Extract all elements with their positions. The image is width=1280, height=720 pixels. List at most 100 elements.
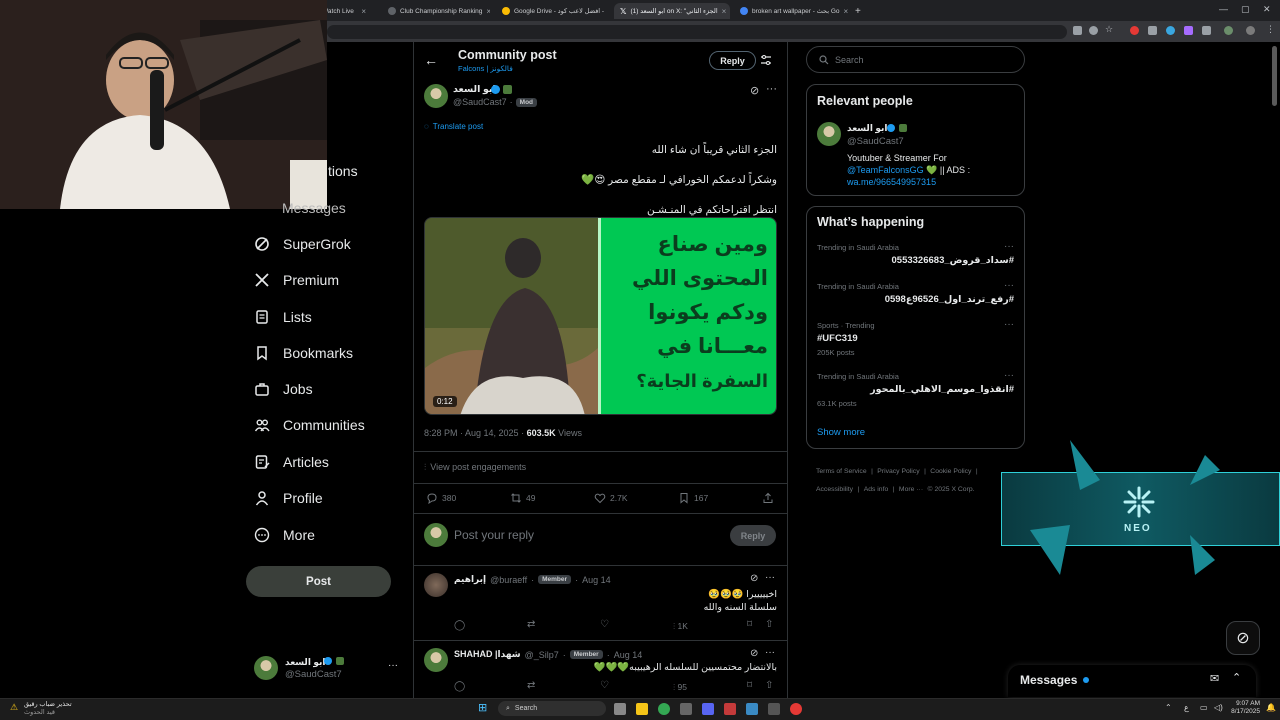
expand-up-icon[interactable]: ⌃ <box>1232 671 1241 684</box>
reply-more-icon[interactable]: ··· <box>765 647 775 658</box>
close-window-icon[interactable]: ✕ <box>1263 4 1271 15</box>
avatar[interactable] <box>424 573 448 597</box>
profile-avatar-2-icon[interactable] <box>1246 26 1255 35</box>
app-grey-icon[interactable] <box>768 703 780 715</box>
repost-icon[interactable]: ⇄ <box>527 619 535 630</box>
sidebar-item-more[interactable]: More <box>254 524 315 546</box>
reply-item[interactable]: SHAHAD |شهدا @_Silp7 · Member · Aug 14 ⊘… <box>413 641 788 697</box>
settings-sliders-icon[interactable] <box>760 54 772 66</box>
footer-link-privacy[interactable]: Privacy Policy <box>877 468 919 475</box>
grok-button[interactable]: ⊘ <box>1226 621 1260 655</box>
sidebar-item-messages[interactable]: Messages <box>282 197 346 219</box>
footer-link-accessibility[interactable]: Accessibility <box>816 486 853 493</box>
trend-more-icon[interactable]: ··· <box>1004 280 1014 291</box>
grok-analyze-icon[interactable]: ⊘ <box>750 573 758 584</box>
reply-author-name[interactable]: SHAHAD |شهدا <box>454 649 521 660</box>
new-tab-button[interactable]: + <box>852 3 868 19</box>
sidebar-item-supergrok[interactable]: SuperGrok <box>254 233 351 255</box>
browser-menu-icon[interactable]: ⋮ <box>1266 24 1275 34</box>
page-scrollbar[interactable] <box>1272 46 1277 106</box>
file-explorer-icon[interactable] <box>636 703 648 715</box>
grok-analyze-icon[interactable]: ⊘ <box>750 84 759 97</box>
heart-icon[interactable]: ♡ <box>600 619 609 630</box>
post-more-icon[interactable]: ··· <box>766 83 777 95</box>
author-name[interactable]: ابو السعد <box>453 84 496 95</box>
maximize-icon[interactable]: ▢ <box>1241 4 1250 15</box>
close-tab-icon[interactable]: × <box>361 7 366 16</box>
extension-red-icon[interactable] <box>1130 26 1139 35</box>
bookmark-icon[interactable]: ⌑ <box>747 619 752 630</box>
footer-link-cookies[interactable]: Cookie Policy <box>930 468 971 475</box>
reply-author-handle[interactable]: @buraeff <box>490 575 527 585</box>
author-avatar[interactable] <box>424 84 448 108</box>
header-reply-button[interactable]: Reply <box>709 51 756 70</box>
post-video[interactable]: ومين صناع المحتوى اللي ودكم يكونوا معـــ… <box>424 217 777 415</box>
bookmark-star-icon[interactable]: ☆ <box>1105 24 1114 34</box>
close-tab-icon[interactable]: × <box>844 7 848 16</box>
bookmark-icon[interactable]: ⌑ <box>747 680 752 691</box>
trend-item[interactable]: Trending in Saudi Arabia #رفع_ترند_اول_9… <box>807 280 1024 312</box>
account-switcher[interactable]: ابو السعد @SaudCast7 ··· <box>254 656 402 684</box>
clock-time[interactable]: 9:07 AM <box>1234 700 1260 707</box>
reply-input[interactable]: Post your reply <box>454 528 534 542</box>
reply-submit-button[interactable]: Reply <box>730 525 776 546</box>
notification-bell-icon[interactable]: 🔔 <box>1266 703 1276 712</box>
reply-author-handle[interactable]: @_Silp7 <box>525 650 559 660</box>
sidebar-item-profile[interactable]: Profile <box>254 487 323 509</box>
extension-blue-icon[interactable] <box>1166 26 1175 35</box>
repost-action[interactable]: 49 <box>510 492 535 504</box>
reply-more-icon[interactable]: ··· <box>765 572 775 583</box>
back-arrow-icon[interactable]: ← <box>424 52 438 68</box>
bio-mention-link[interactable]: @TeamFalconsGG <box>847 165 924 175</box>
reply-date[interactable]: Aug 14 <box>582 575 611 585</box>
translate-post-link[interactable]: ◌ Translate post <box>424 122 483 131</box>
like-action[interactable]: 2.7K <box>594 492 628 504</box>
sidebar-item-jobs[interactable]: Jobs <box>254 378 313 400</box>
trend-item[interactable]: Trending in Saudi Arabia #سداد_قروض_0553… <box>807 241 1024 273</box>
sidebar-item-notifications[interactable]: tions <box>328 160 358 182</box>
trend-more-icon[interactable]: ··· <box>1004 241 1014 252</box>
community-name-link[interactable]: Falcons | فالكونز <box>458 64 513 73</box>
new-message-icon[interactable]: ✉ <box>1210 672 1219 685</box>
heart-icon[interactable]: ♡ <box>600 680 609 691</box>
discord-icon[interactable] <box>702 703 714 715</box>
share-icon[interactable]: ⇧ <box>765 619 773 630</box>
views-stat[interactable]: ⫶ 1K <box>673 621 688 632</box>
account-more-icon[interactable]: ··· <box>388 660 398 671</box>
footer-link-ads-info[interactable]: Ads info <box>864 486 889 493</box>
author-handle[interactable]: @SaudCast7 <box>453 97 507 107</box>
bio-url-link[interactable]: wa.me/966549957315 <box>847 176 1017 188</box>
address-field[interactable] <box>327 25 1067 39</box>
view-engagements-link[interactable]: ⫶ View post engagements <box>424 462 526 473</box>
trend-more-icon[interactable]: ··· <box>1004 319 1014 330</box>
avatar[interactable] <box>424 648 448 672</box>
tab-club-championship[interactable]: Club Championship Ranking × <box>382 3 490 19</box>
tab-google-drive[interactable]: Google Drive - افضل لاعب كود -× <box>496 3 608 19</box>
repost-icon[interactable]: ⇄ <box>527 680 535 691</box>
profile-avatar-icon[interactable] <box>1224 26 1233 35</box>
sidebar-item-lists[interactable]: Lists <box>254 306 312 328</box>
start-icon[interactable]: ⊞ <box>478 701 487 714</box>
avatar[interactable] <box>817 122 841 146</box>
post-time[interactable]: 8:28 PM · Aug 14, 2025 · <box>424 428 527 438</box>
chrome-icon[interactable] <box>658 703 670 715</box>
search-input[interactable]: Search <box>806 46 1025 73</box>
sidebar-item-articles[interactable]: Articles <box>254 451 329 473</box>
share-action[interactable] <box>762 492 774 504</box>
extensions-puzzle-icon[interactable] <box>1202 26 1211 35</box>
footer-link-more[interactable]: More ··· <box>899 486 923 493</box>
sidebar-item-communities[interactable]: Communities <box>254 414 365 436</box>
tab-x-post[interactable]: 𝕏 (1) ابو السعد on X: "الجزء الثاني × <box>614 3 730 19</box>
messages-drawer[interactable]: Messages ✉ ⌃ <box>1008 665 1256 697</box>
cast-icon[interactable] <box>1073 26 1082 35</box>
task-view-icon[interactable] <box>614 703 626 715</box>
reply-icon[interactable]: ◯ <box>454 620 465 631</box>
person-handle[interactable]: @SaudCast7 <box>847 136 904 147</box>
volume-icon[interactable]: ◁) <box>1214 703 1223 712</box>
grok-analyze-icon[interactable]: ⊘ <box>750 648 758 659</box>
trend-item[interactable]: Trending in Saudi Arabia #انقذوا_موسم_ال… <box>807 370 1024 412</box>
language-indicator[interactable]: ع <box>1184 703 1189 712</box>
clock-date[interactable]: 8/17/2025 <box>1230 708 1260 715</box>
share-icon[interactable]: ⇧ <box>765 680 773 691</box>
footer-link-terms[interactable]: Terms of Service <box>816 468 867 475</box>
